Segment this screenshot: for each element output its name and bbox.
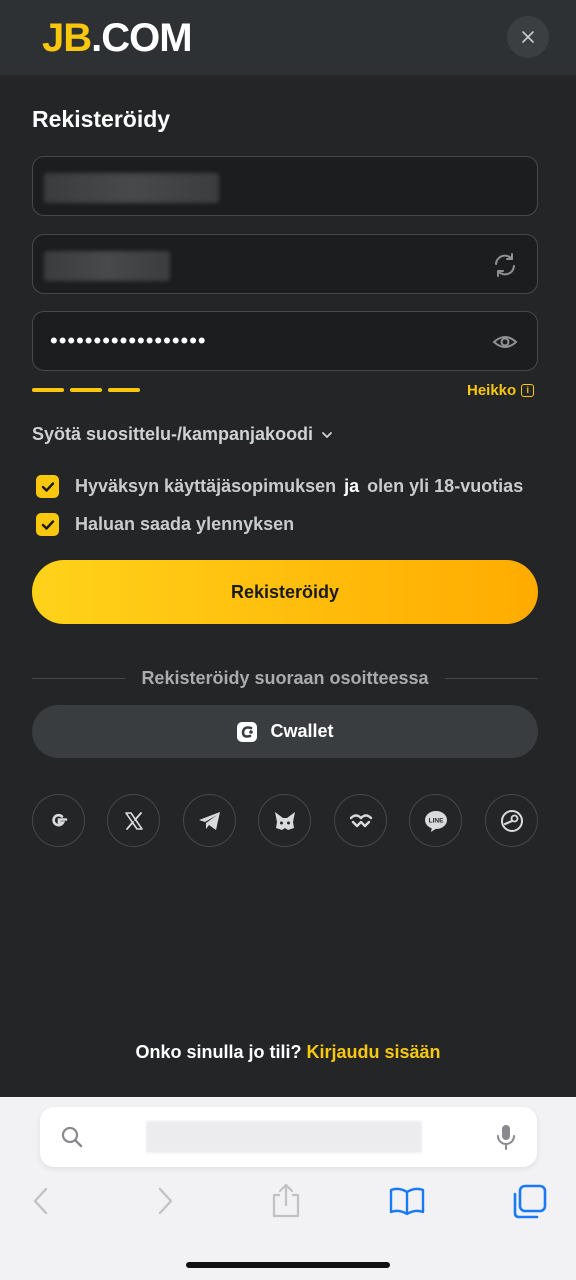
promo-code-toggle[interactable]: Syötä suosittelu-/kampanjakoodi [32, 424, 333, 445]
promotions-label: Haluan saada ylennyksen [75, 514, 295, 534]
email-field[interactable] [32, 156, 538, 216]
microphone-icon[interactable] [496, 1123, 516, 1151]
redacted-value [44, 251, 170, 281]
terms-link[interactable]: Hyväksyn käyttäjäsopimuksen [75, 476, 336, 497]
have-account-text: Onko sinulla jo tili? [135, 1042, 302, 1062]
password-value: •••••••••••••••••• [50, 328, 207, 353]
site-logo[interactable]: JB.COM [42, 14, 193, 62]
close-button[interactable] [507, 16, 549, 58]
promotions-row: Haluan saada ylennyksen [36, 513, 294, 536]
login-prompt: Onko sinulla jo tili? Kirjaudu sisään [0, 1042, 576, 1063]
cwallet-icon [237, 721, 258, 742]
strength-text: Heikko [467, 382, 517, 399]
strength-bar-1 [32, 388, 64, 392]
terms-row: Hyväksyn käyttäjäsopimuksen ja olen yli … [36, 475, 523, 498]
walletconnect-icon [349, 813, 372, 827]
x-signup-button[interactable] [107, 794, 160, 847]
close-icon [522, 31, 534, 43]
checkmark-icon [41, 481, 54, 492]
forward-icon[interactable] [154, 1186, 176, 1216]
username-field[interactable] [32, 234, 538, 294]
cwallet-button[interactable]: Cwallet [32, 705, 538, 758]
logo-domain: .COM [91, 16, 192, 60]
x-icon [124, 811, 143, 830]
promotions-checkbox[interactable] [36, 513, 59, 536]
home-indicator [186, 1262, 390, 1268]
redacted-url [146, 1121, 422, 1153]
alt-signup-divider: Rekisteröidy suoraan osoitteessa [32, 666, 538, 690]
age-text: olen yli 18-vuotias [367, 476, 524, 496]
eye-icon[interactable] [491, 328, 519, 356]
metamask-signup-button[interactable] [258, 794, 311, 847]
divider-line [444, 677, 538, 679]
redacted-value [44, 173, 219, 203]
top-bar: JB.COM [0, 0, 576, 75]
address-bar[interactable] [40, 1107, 537, 1167]
terms-connector: ja [344, 476, 360, 496]
terms-checkbox[interactable] [36, 475, 59, 498]
share-icon[interactable] [271, 1183, 301, 1219]
back-icon[interactable] [30, 1186, 52, 1216]
cwallet-label: Cwallet [270, 721, 334, 741]
steam-icon [500, 809, 523, 832]
divider-line [32, 677, 126, 679]
telegram-icon [198, 811, 220, 830]
info-icon[interactable]: i [521, 384, 535, 397]
logo-jb: JB [42, 16, 92, 60]
promo-label: Syötä suosittelu-/kampanjakoodi [32, 424, 314, 444]
svg-text:LINE: LINE [428, 817, 443, 824]
bookmarks-icon[interactable] [388, 1186, 426, 1216]
steam-signup-button[interactable] [485, 794, 538, 847]
password-strength-label: Heikko i [467, 382, 535, 399]
strength-bar-3 [108, 388, 140, 392]
google-icon [51, 813, 67, 826]
register-button[interactable]: Rekisteröidy [32, 560, 538, 624]
walletconnect-signup-button[interactable] [334, 794, 387, 847]
divider-text: Rekisteröidy suoraan osoitteessa [141, 667, 429, 688]
tabs-icon[interactable] [511, 1184, 547, 1220]
strength-bar-2 [70, 388, 102, 392]
search-icon [61, 1126, 83, 1148]
metamask-icon [274, 811, 295, 830]
password-field[interactable]: •••••••••••••••••• [32, 311, 538, 371]
login-link[interactable]: Kirjaudu sisään [306, 1042, 440, 1062]
chevron-down-icon [322, 431, 332, 438]
page-title: Rekisteröidy [32, 106, 171, 132]
line-icon: LINE [424, 810, 447, 832]
google-signup-button[interactable] [32, 794, 85, 847]
checkmark-icon [41, 519, 54, 530]
refresh-icon[interactable] [491, 251, 519, 279]
telegram-signup-button[interactable] [183, 794, 236, 847]
line-signup-button[interactable]: LINE [409, 794, 462, 847]
